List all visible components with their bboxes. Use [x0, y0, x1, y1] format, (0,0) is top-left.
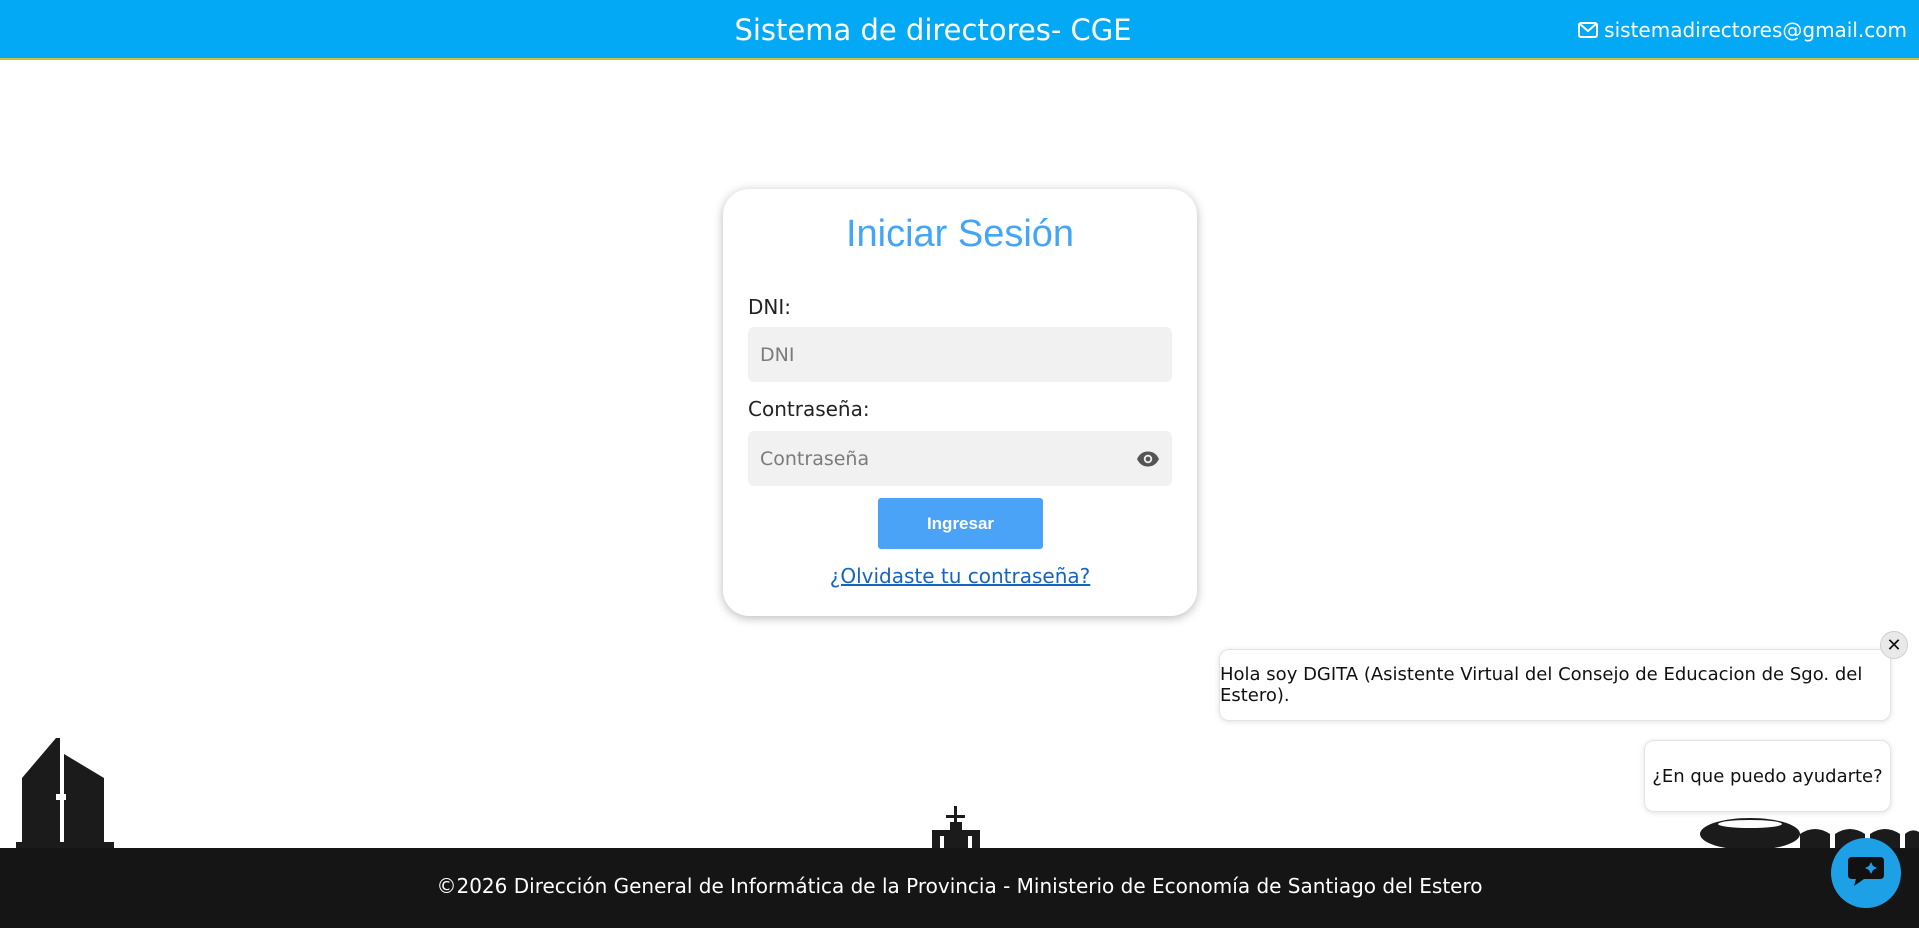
password-field-wrapper	[748, 431, 1172, 486]
contact-email[interactable]: sistemadirectores@gmail.com	[1578, 17, 1907, 43]
chat-launcher-button[interactable]	[1831, 838, 1901, 908]
close-icon[interactable]: ✕	[1880, 631, 1908, 659]
forgot-password-link[interactable]: ¿Olvidaste tu contraseña?	[723, 564, 1197, 588]
stadium-silhouette	[1700, 818, 1919, 848]
eye-icon[interactable]	[1136, 447, 1160, 471]
dni-label: DNI:	[748, 295, 791, 319]
password-label: Contraseña:	[748, 397, 870, 421]
login-submit-button[interactable]: Ingresar	[878, 498, 1043, 549]
dni-input[interactable]	[748, 327, 1172, 382]
password-input[interactable]	[748, 431, 1172, 486]
top-header: Sistema de directores- CGE sistemadirect…	[0, 0, 1919, 60]
monument-silhouette	[932, 806, 980, 848]
chat-question-bubble: ¿En que puedo ayudarte?	[1644, 740, 1891, 812]
envelope-icon	[1578, 22, 1599, 38]
footer-copyright: ©2026 Dirección General de Informática d…	[436, 874, 1483, 898]
chat-icon	[1846, 853, 1886, 894]
building-silhouette-left	[16, 738, 114, 848]
contact-email-text: sistemadirectores@gmail.com	[1604, 18, 1907, 42]
login-card: Iniciar Sesión DNI: Contraseña: Ingresar…	[723, 189, 1197, 616]
chat-greeting-bubble: Hola soy DGITA (Asistente Virtual del Co…	[1219, 649, 1891, 721]
login-title: Iniciar Sesión	[845, 213, 1075, 255]
page-footer: ©2026 Dirección General de Informática d…	[0, 848, 1919, 928]
